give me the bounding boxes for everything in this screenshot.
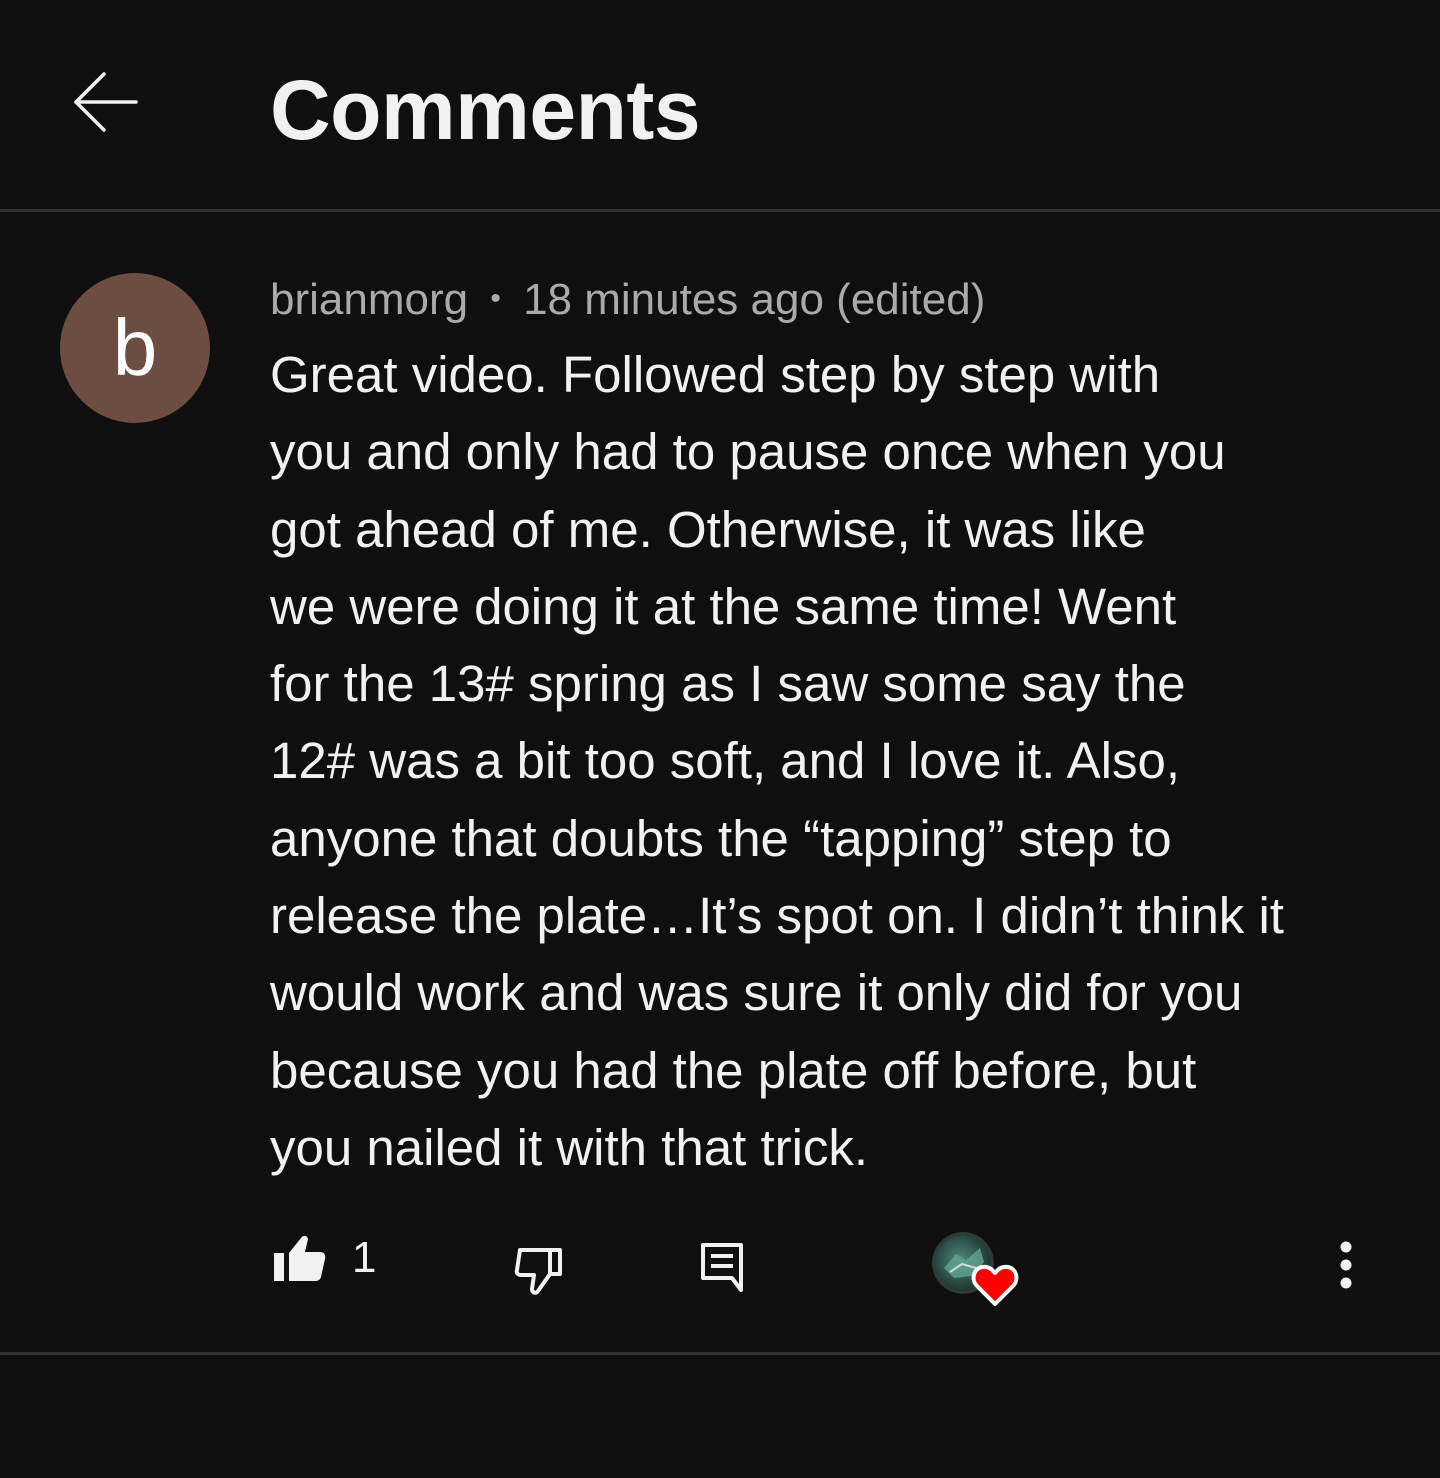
- dislike-button[interactable]: [508, 1240, 574, 1300]
- avatar[interactable]: b: [60, 273, 210, 423]
- comment-timestamp: 18 minutes ago (edited): [523, 275, 986, 324]
- like-count: 1: [352, 1233, 377, 1282]
- creator-heart: [932, 1232, 1022, 1312]
- comment-meta: brianmorg • 18 minutes ago (edited): [270, 272, 985, 333]
- like-button[interactable]: [266, 1228, 332, 1288]
- more-options-button[interactable]: [1322, 1232, 1370, 1298]
- reply-button[interactable]: [694, 1238, 750, 1294]
- arrow-left-icon: [74, 72, 138, 132]
- comment-divider: [0, 1352, 1440, 1355]
- thumbs-down-outline-icon: [514, 1248, 562, 1295]
- page-title: Comments: [270, 63, 701, 157]
- author-name[interactable]: brianmorg: [270, 275, 468, 324]
- back-button[interactable]: [62, 62, 150, 142]
- creator-heart-icon: [971, 1264, 1019, 1306]
- thumbs-up-filled-icon: [274, 1235, 326, 1281]
- header-divider: [0, 209, 1440, 212]
- app-header: Comments: [0, 0, 1440, 210]
- meta-separator: •: [490, 282, 501, 315]
- comment-text: Great video. Followed step by step with …: [270, 346, 1284, 1176]
- more-vertical-icon: [1340, 1241, 1352, 1289]
- reply-comment-icon: [701, 1243, 743, 1292]
